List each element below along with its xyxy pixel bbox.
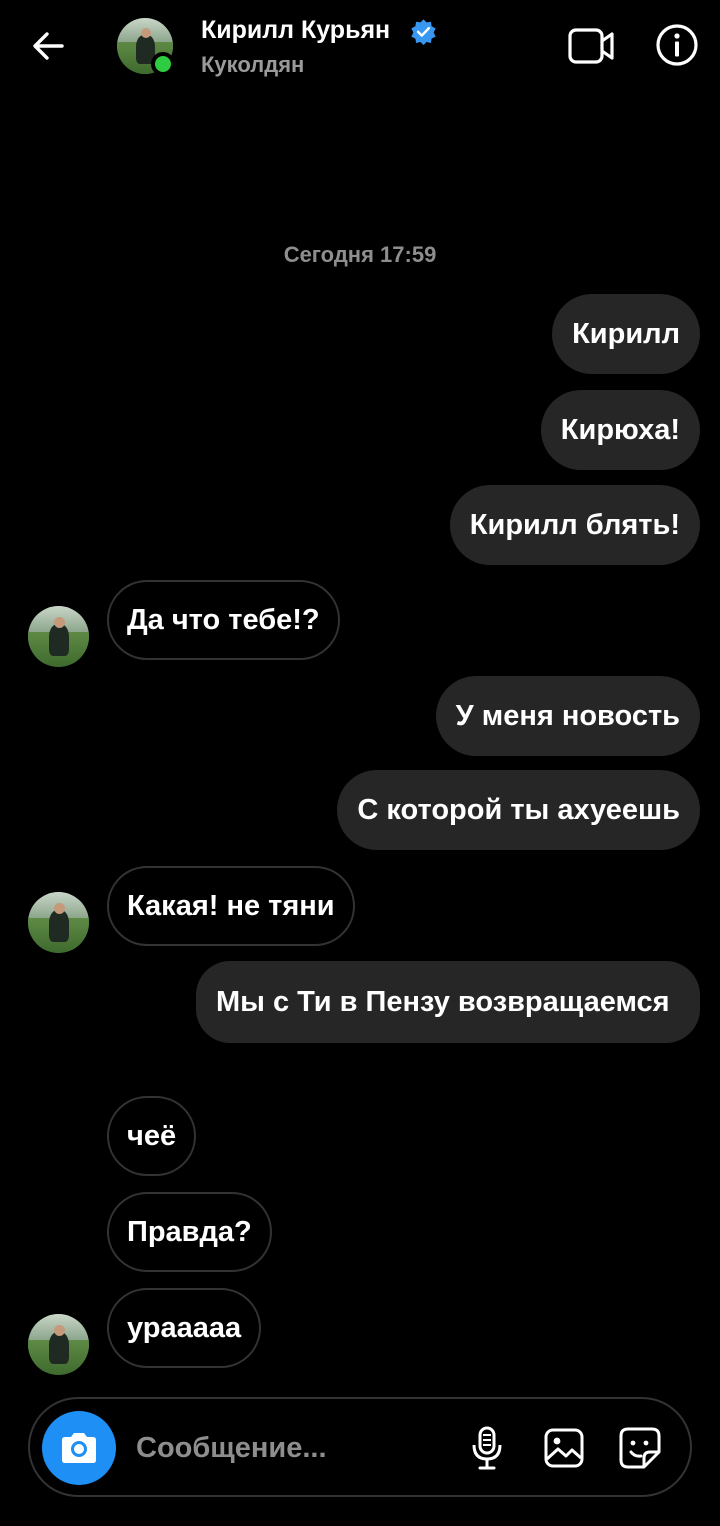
image-icon <box>544 1428 584 1468</box>
message-incoming[interactable]: Правда? <box>107 1192 272 1272</box>
chat-header: Кирилл Курьян Куколдян <box>0 0 720 92</box>
message-incoming[interactable]: урааааа <box>107 1288 262 1368</box>
message-outgoing[interactable]: Кирилл блять! <box>449 485 700 565</box>
video-call-button[interactable] <box>566 24 616 68</box>
back-button[interactable] <box>26 24 70 68</box>
camera-icon <box>62 1433 96 1463</box>
sticker-button[interactable] <box>615 1423 665 1473</box>
info-icon <box>656 24 698 66</box>
arrow-left-icon <box>33 32 64 60</box>
microphone-icon <box>472 1426 502 1470</box>
voice-message-button[interactable] <box>462 1423 512 1473</box>
message-composer <box>28 1397 692 1497</box>
message-incoming[interactable]: чеё <box>107 1096 197 1176</box>
message-outgoing[interactable]: Кирюха! <box>540 390 700 470</box>
video-camera-icon <box>568 28 614 64</box>
avatar[interactable] <box>28 892 89 953</box>
profile-avatar[interactable] <box>117 18 177 78</box>
verified-badge-icon <box>411 19 436 45</box>
message-outgoing[interactable]: Мы с Ти в Пензу возвращаемся <box>196 961 700 1043</box>
avatar[interactable] <box>28 1314 89 1375</box>
sticker-icon <box>619 1427 661 1469</box>
message-input[interactable] <box>136 1425 436 1471</box>
info-button[interactable] <box>654 22 700 68</box>
message-incoming[interactable]: Да что тебе!? <box>107 580 340 660</box>
message-incoming[interactable]: Какая! не тяни <box>107 866 355 946</box>
contact-name[interactable]: Кирилл Курьян <box>201 16 390 45</box>
avatar[interactable] <box>28 606 89 667</box>
gallery-button[interactable] <box>539 1423 589 1473</box>
camera-button[interactable] <box>42 1411 116 1485</box>
chat-timestamp: Сегодня 17:59 <box>283 242 437 267</box>
online-status-dot <box>151 52 175 76</box>
message-outgoing[interactable]: У меня новость <box>435 676 700 756</box>
message-outgoing[interactable]: Кирилл <box>552 294 700 374</box>
contact-username[interactable]: Куколдян <box>201 52 304 78</box>
message-outgoing[interactable]: С которой ты ахуеешь <box>337 770 700 850</box>
